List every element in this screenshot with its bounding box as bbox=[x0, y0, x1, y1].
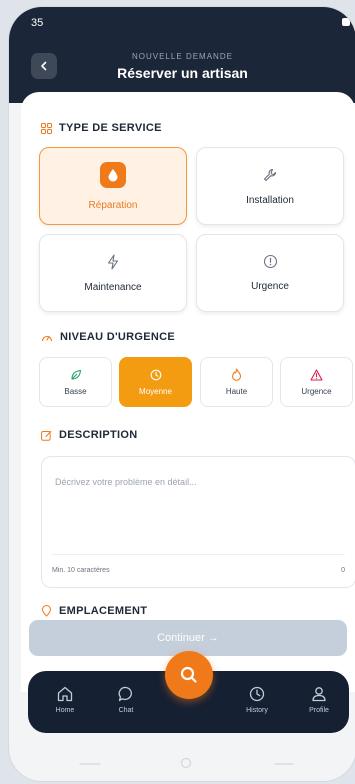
urgency-label: Haute bbox=[225, 387, 248, 396]
service-type-title: TYPE DE SERVICE bbox=[59, 122, 162, 134]
urgency-section-title: NIVEAU D'URGENCE bbox=[41, 331, 175, 343]
warning-triangle-icon bbox=[310, 368, 323, 381]
location-section-title: EMPLACEMENT bbox=[41, 605, 147, 617]
continue-label: Continuer → bbox=[157, 632, 219, 644]
search-icon bbox=[180, 666, 197, 683]
bolt-icon bbox=[107, 253, 119, 270]
form-card: TYPE DE SERVICE Réparation Installation … bbox=[21, 92, 355, 692]
edit-icon bbox=[41, 430, 52, 441]
nav-label-history: History bbox=[246, 707, 268, 714]
urgency-option-moyenne[interactable]: Moyenne bbox=[119, 357, 192, 407]
profile-icon bbox=[312, 687, 326, 702]
app-header: 35 NOUVELLE DEMANDE Réserver un artisan bbox=[9, 7, 355, 103]
drop-icon bbox=[100, 161, 126, 188]
home-icon bbox=[57, 686, 73, 702]
leaf-icon bbox=[70, 369, 81, 380]
nav-item-chat[interactable]: Chat bbox=[101, 685, 151, 714]
service-option-installation[interactable]: Installation bbox=[196, 147, 344, 225]
page-title: Réserver un artisan bbox=[117, 65, 248, 81]
service-label: Urgence bbox=[251, 281, 289, 292]
location-pin-icon bbox=[41, 605, 52, 617]
wrench-icon bbox=[263, 168, 277, 181]
nav-item-profile[interactable]: Profile bbox=[294, 685, 344, 714]
description-char-count: 0 bbox=[341, 567, 345, 574]
phone-frame: 35 NOUVELLE DEMANDE Réserver un artisan … bbox=[8, 6, 355, 782]
urgency-label: Moyenne bbox=[139, 386, 172, 396]
service-option-maintenance[interactable]: Maintenance bbox=[39, 234, 187, 312]
description-placeholder: Décrivez votre problème en détail... bbox=[55, 477, 197, 487]
system-home-icon bbox=[180, 757, 192, 769]
search-button[interactable] bbox=[165, 651, 213, 699]
service-label: Installation bbox=[246, 194, 294, 206]
status-time: 35 bbox=[31, 17, 44, 29]
nav-label-chat: Chat bbox=[118, 707, 134, 714]
status-indicator-icon bbox=[342, 18, 350, 26]
description-title: DESCRIPTION bbox=[59, 429, 138, 441]
service-label: Réparation bbox=[88, 199, 138, 211]
flame-icon bbox=[231, 368, 242, 381]
bottom-navigation: Home Chat History Profile bbox=[28, 651, 349, 733]
urgency-label: Basse bbox=[64, 386, 87, 396]
urgency-title: NIVEAU D'URGENCE bbox=[60, 331, 175, 343]
nav-label-home: Home bbox=[55, 707, 75, 714]
urgency-option-haute[interactable]: Haute bbox=[200, 357, 273, 407]
urgency-label: Urgence bbox=[301, 386, 332, 396]
history-icon bbox=[249, 686, 265, 702]
chat-icon bbox=[118, 686, 132, 702]
system-back-icon bbox=[79, 763, 101, 765]
service-option-urgence[interactable]: Urgence bbox=[196, 234, 344, 312]
service-option-reparation[interactable]: Réparation bbox=[39, 147, 187, 225]
system-nav-bar bbox=[9, 743, 355, 781]
description-textarea[interactable]: Décrivez votre problème en détail... Min… bbox=[41, 456, 355, 588]
header-subtitle: NOUVELLE DEMANDE bbox=[132, 52, 233, 61]
description-divider bbox=[52, 554, 345, 555]
nav-item-history[interactable]: History bbox=[232, 685, 282, 714]
urgency-option-urgence[interactable]: Urgence bbox=[280, 357, 353, 407]
gauge-icon bbox=[41, 335, 53, 341]
nav-label-profile: Profile bbox=[309, 707, 329, 714]
service-label: Maintenance bbox=[84, 281, 142, 293]
urgency-option-basse[interactable]: Basse bbox=[39, 357, 112, 407]
service-type-section-title: TYPE DE SERVICE bbox=[41, 122, 162, 134]
alert-circle-icon bbox=[263, 254, 277, 269]
grid-icon bbox=[41, 122, 52, 134]
system-recent-icon bbox=[274, 763, 294, 765]
nav-item-home[interactable]: Home bbox=[40, 685, 90, 714]
description-section-title: DESCRIPTION bbox=[41, 429, 137, 441]
description-min-hint: Min. 10 caractères bbox=[52, 567, 110, 574]
location-title: EMPLACEMENT bbox=[59, 605, 148, 617]
clock-icon bbox=[150, 369, 161, 380]
